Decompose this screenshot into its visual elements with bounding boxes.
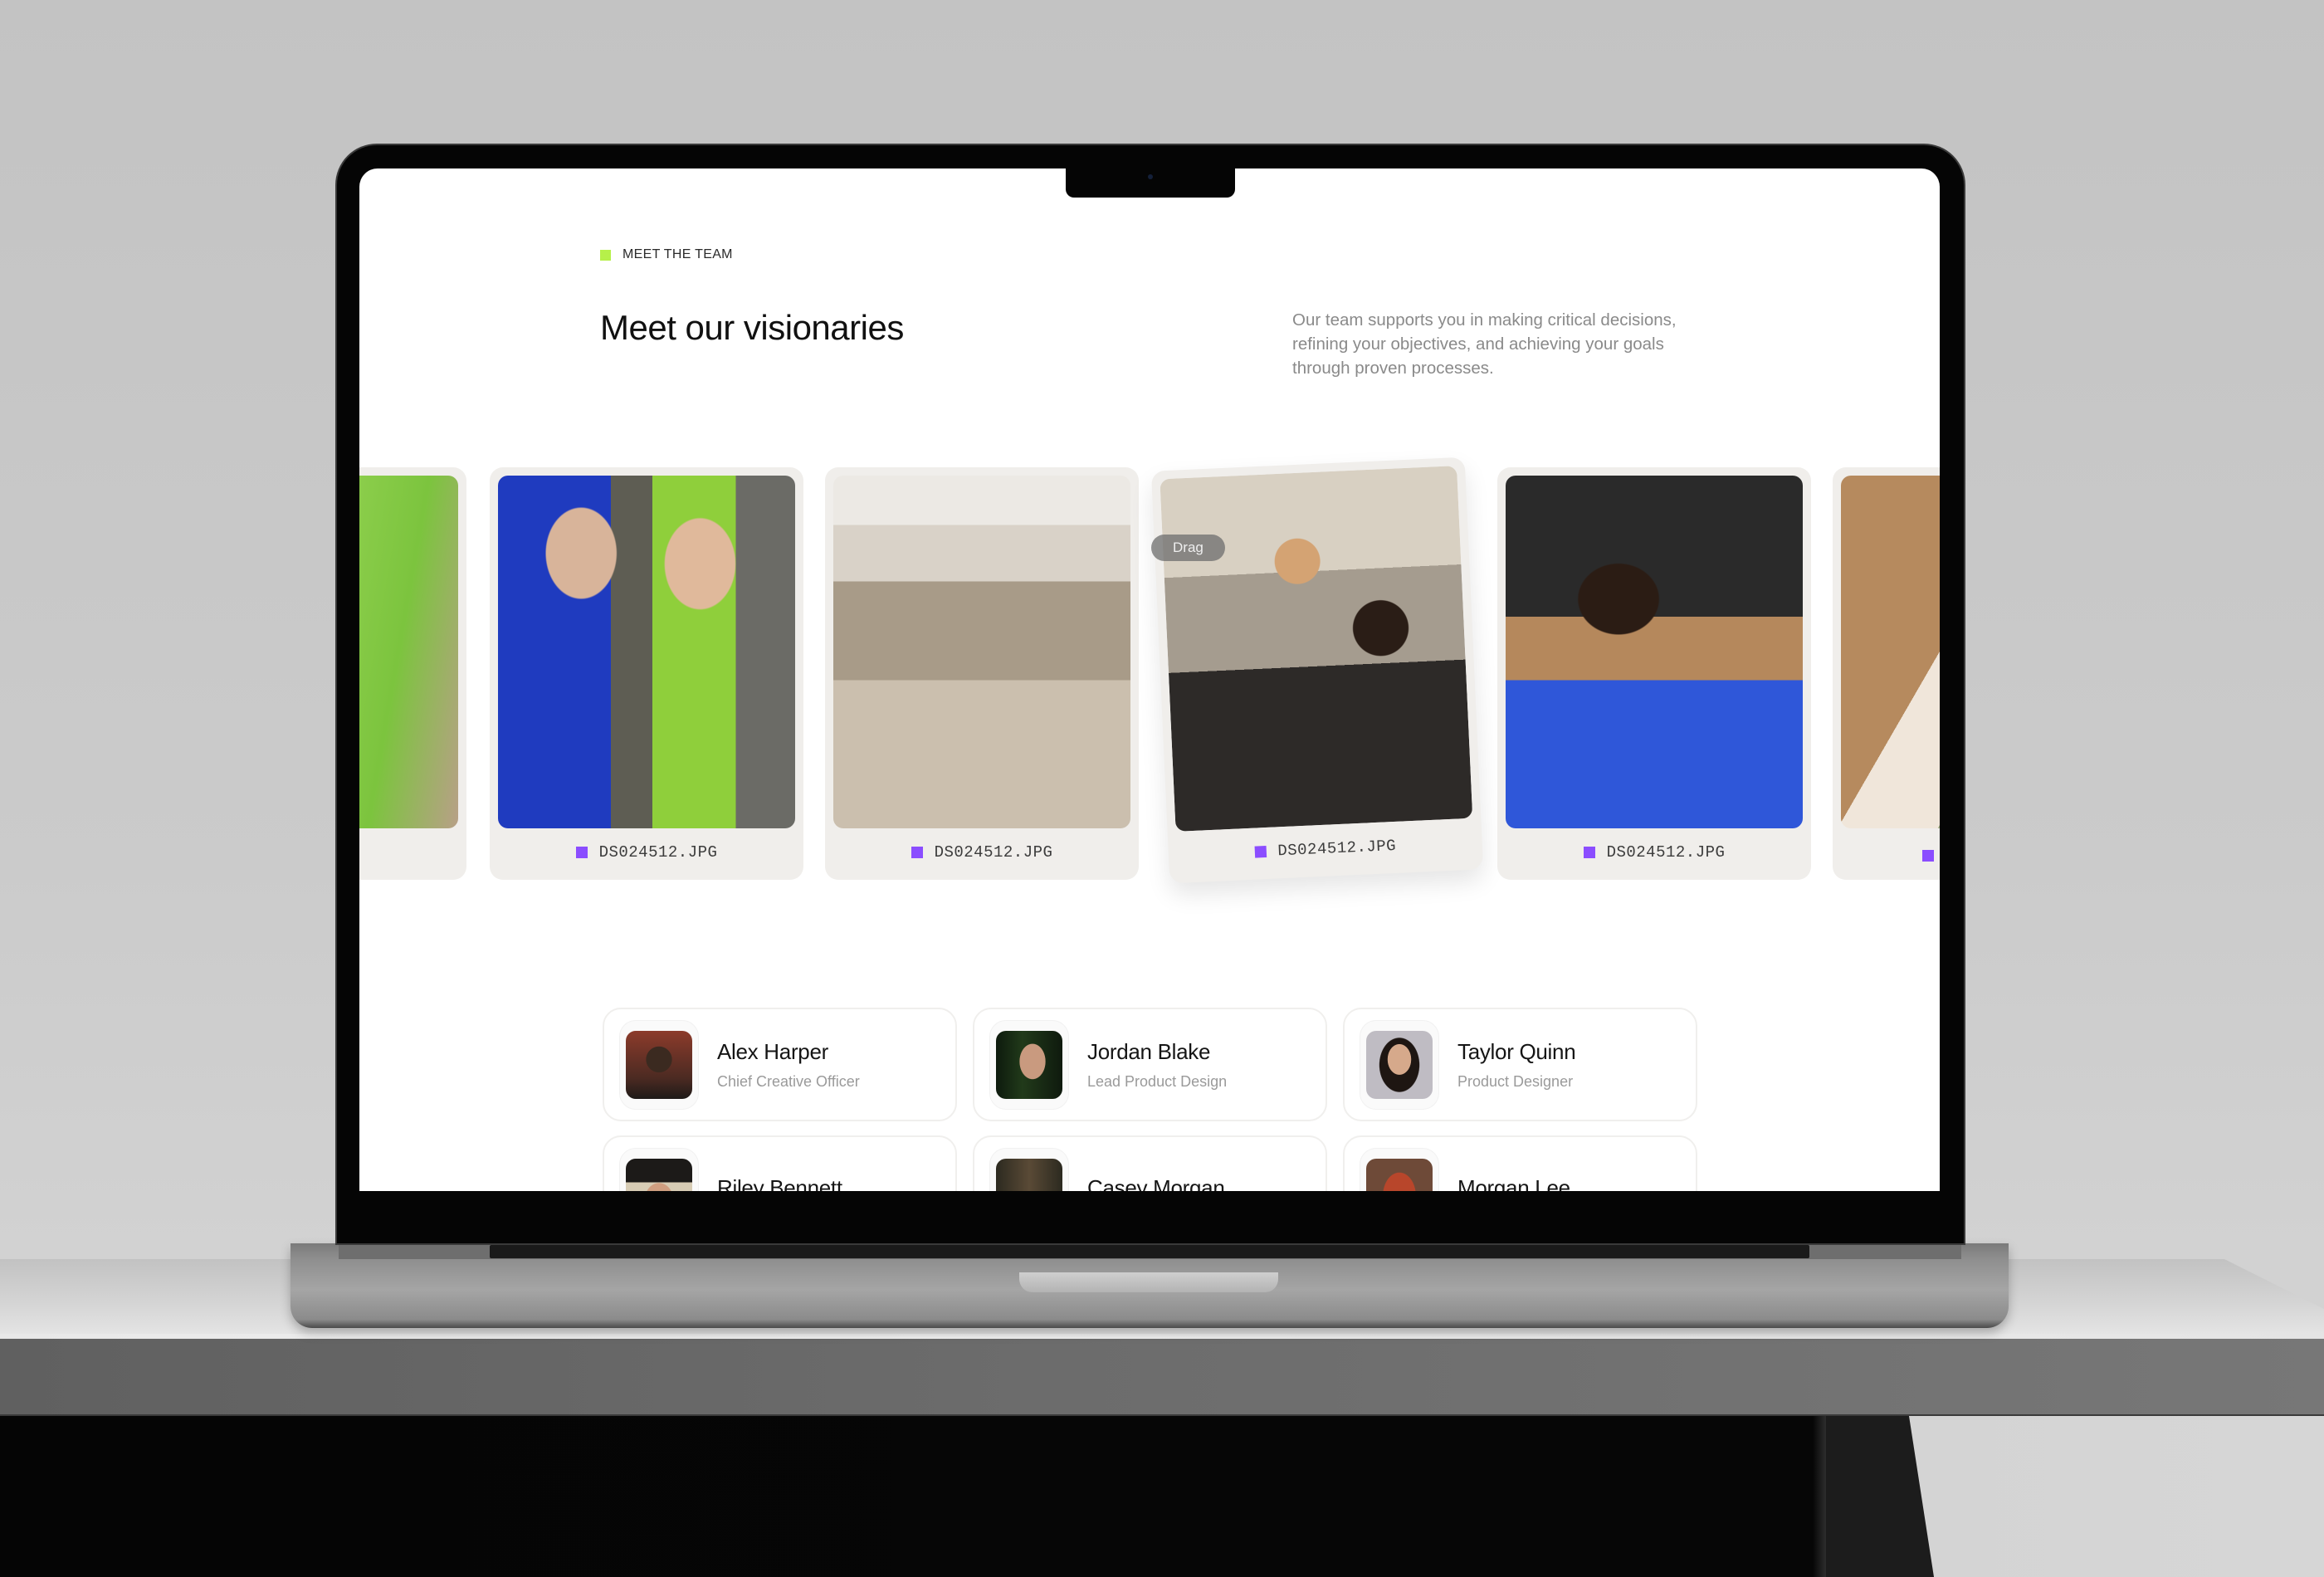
team-member-card[interactable]: Jordan Blake Lead Product Design	[973, 1008, 1327, 1121]
avatar	[1366, 1030, 1433, 1099]
photo	[359, 476, 458, 828]
avatar-frame	[619, 1147, 699, 1191]
photo-carousel[interactable]: PG DS024512.JPG DS024512.JPG DS024512.JP…	[359, 456, 1940, 884]
camera-icon	[1148, 174, 1153, 179]
photo	[833, 476, 1130, 828]
team-grid: Alex Harper Chief Creative Officer Jorda…	[603, 1008, 1697, 1191]
member-name: Casey Morgan	[1087, 1175, 1225, 1191]
member-role: Chief Creative Officer	[717, 1072, 860, 1090]
photo-caption: DS024512.JPG	[1497, 843, 1811, 862]
photo-caption: DS024512.JPG	[490, 843, 803, 862]
photo-card[interactable]: DS024512.JPG	[825, 467, 1139, 880]
photo-card[interactable]: PG	[359, 467, 466, 880]
team-member-card[interactable]: Riley Bennett	[603, 1135, 957, 1191]
section-eyebrow: MEET THE TEAM	[600, 247, 733, 262]
photo-card-dragging[interactable]: DS024512.JPG	[1150, 456, 1484, 884]
photo	[1841, 476, 1940, 828]
avatar-frame	[619, 1019, 699, 1110]
photo	[1506, 476, 1803, 828]
team-member-card[interactable]: Casey Morgan	[973, 1135, 1327, 1191]
file-square-icon	[1583, 847, 1595, 858]
member-name: Riley Bennett	[717, 1175, 842, 1191]
avatar-frame	[989, 1147, 1069, 1191]
photo-caption: DS024512.JPG	[825, 843, 1139, 862]
caption-text: DS024512.JPG	[598, 843, 718, 862]
member-role: Lead Product Design	[1087, 1072, 1228, 1090]
file-square-icon	[911, 847, 923, 858]
caption-text: DS024512.JPG	[934, 843, 1053, 862]
eyebrow-square-icon	[600, 249, 611, 261]
section-intro: Our team supports you in making critical…	[1292, 310, 1677, 378]
avatar-frame	[1360, 1147, 1439, 1191]
avatar-frame	[989, 1019, 1069, 1110]
photo-card[interactable]: DS024512.JPG	[1497, 467, 1811, 880]
team-member-card[interactable]: Taylor Quinn Product Designer	[1343, 1008, 1697, 1121]
photo-card[interactable]	[1833, 467, 1940, 880]
laptop-screen: MEET THE TEAM Meet our visionaries Our t…	[359, 168, 1940, 1191]
eyebrow-label: MEET THE TEAM	[622, 247, 733, 261]
avatar	[996, 1030, 1062, 1099]
photo	[498, 476, 795, 828]
keyboard	[490, 1245, 1809, 1258]
team-member-card[interactable]: Alex Harper Chief Creative Officer	[603, 1008, 957, 1121]
member-name: Jordan Blake	[1087, 1038, 1211, 1064]
laptop-opening-notch	[1019, 1272, 1278, 1292]
under-desk-shadow	[0, 1416, 2324, 1577]
member-name: Morgan Lee	[1457, 1175, 1570, 1191]
member-name: Alex Harper	[717, 1038, 828, 1064]
member-name: Taylor Quinn	[1457, 1038, 1576, 1064]
caption-text: DS024512.JPG	[1277, 836, 1397, 861]
desk-front	[0, 1339, 2324, 1416]
avatar-frame	[1360, 1019, 1439, 1110]
avatar	[626, 1158, 692, 1191]
avatar	[996, 1158, 1062, 1191]
photo-card[interactable]: DS024512.JPG	[490, 467, 803, 880]
photo-caption	[1833, 850, 1940, 862]
member-role: Product Designer	[1457, 1072, 1574, 1090]
drag-cursor-label: Drag	[1151, 535, 1225, 561]
photo	[1160, 466, 1473, 832]
file-square-icon	[575, 847, 588, 858]
caption-text: DS024512.JPG	[1606, 843, 1726, 862]
photo-caption: DS024512.JPG	[1168, 832, 1482, 865]
photo-caption: PG	[359, 843, 466, 862]
camera-notch	[1066, 166, 1235, 198]
avatar	[1366, 1158, 1433, 1191]
file-square-icon	[1922, 850, 1934, 862]
team-member-card[interactable]: Morgan Lee	[1343, 1135, 1697, 1191]
file-square-icon	[1254, 846, 1267, 858]
avatar	[626, 1030, 692, 1099]
page-title: Meet our visionaries	[600, 308, 904, 347]
